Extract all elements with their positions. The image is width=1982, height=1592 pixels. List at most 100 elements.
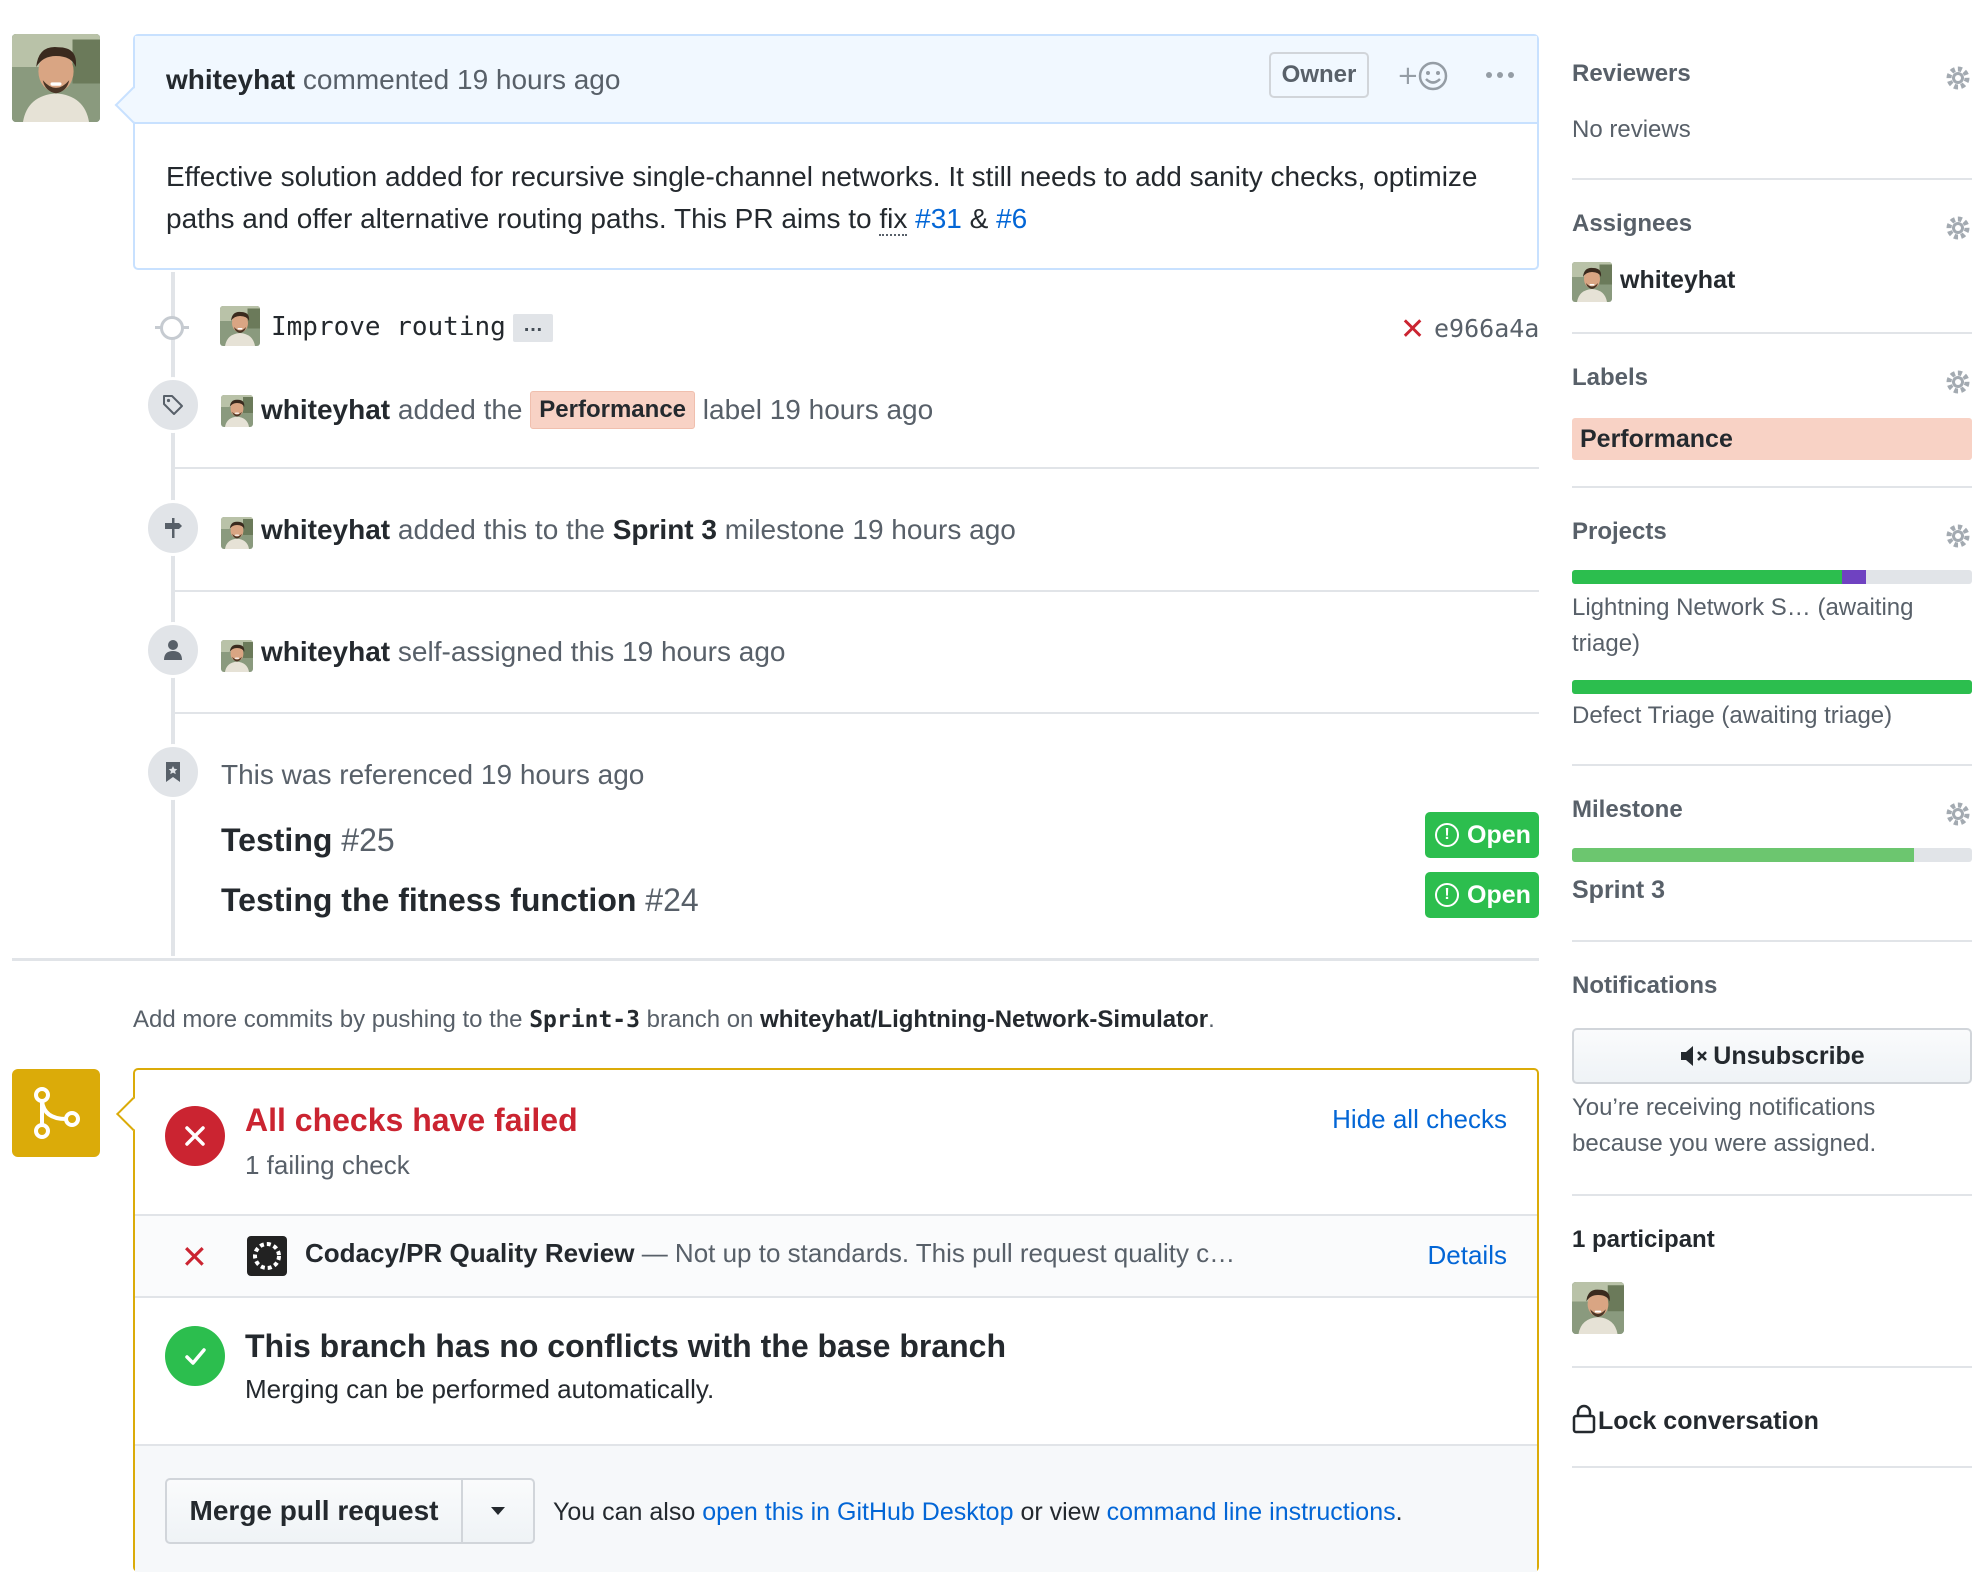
project-name-link[interactable]: Lightning Network S… (awaiting triage)	[1572, 590, 1962, 662]
milestone-heading[interactable]: Milestone	[1572, 796, 1683, 824]
conflict-status-subtitle: Merging can be performed automatically.	[245, 1374, 715, 1404]
merge-button-label[interactable]: Merge pull request	[167, 1480, 463, 1542]
reference-event-text: This was referenced 19 hours ago	[221, 759, 645, 790]
timeline-divider	[173, 590, 1539, 592]
assignees-heading[interactable]: Assignees	[1572, 210, 1692, 238]
project-progress-bar	[1572, 570, 1972, 584]
check-details-link[interactable]: Details	[1428, 1240, 1507, 1271]
gear-icon[interactable]	[1944, 522, 1972, 550]
milestone-progress-done	[1572, 848, 1914, 862]
person-icon	[145, 622, 201, 678]
reviewers-heading[interactable]: Reviewers	[1572, 60, 1691, 88]
tag-icon	[145, 377, 201, 433]
push-hint-pre: Add more commits by pushing to the	[133, 1006, 523, 1033]
assign-actor-avatar[interactable]	[221, 640, 253, 672]
sidebar-separator	[1572, 764, 1972, 766]
assign-actor-link[interactable]: whiteyhat	[261, 636, 390, 667]
sidebar-labels: Labels	[1572, 364, 1972, 404]
sidebar-separator	[1572, 1366, 1972, 1368]
sidebar-milestone: Milestone	[1572, 796, 1972, 836]
merge-note-end: .	[1395, 1498, 1403, 1526]
gear-icon[interactable]	[1944, 64, 1972, 92]
milestone-event-post: milestone 19 hours ago	[724, 514, 1016, 545]
reference-item-title[interactable]: Testing	[221, 822, 332, 858]
project-progress-bar	[1572, 680, 1972, 694]
reference-item[interactable]: Testing #25	[221, 822, 395, 859]
assignee-name[interactable]: whiteyhat	[1620, 266, 1735, 295]
sidebar-separator	[1572, 940, 1972, 942]
hide-all-checks-link[interactable]: Hide all checks	[1332, 1104, 1507, 1135]
sidebar-separator	[1572, 1466, 1972, 1468]
participant-avatar[interactable]	[1572, 1282, 1624, 1334]
commit-expand-button[interactable]: …	[513, 314, 553, 342]
labels-heading[interactable]: Labels	[1572, 364, 1648, 392]
conflict-status: This branch has no conflicts with the ba…	[135, 1298, 1537, 1444]
assign-event-detail: self-assigned this 19 hours ago	[397, 636, 786, 667]
milestone-actor-avatar[interactable]	[221, 517, 253, 549]
project-progress-done	[1572, 680, 1972, 694]
unsubscribe-label[interactable]: Unsubscribe	[1713, 1042, 1864, 1070]
push-hint-end: .	[1208, 1006, 1215, 1033]
sidebar-separator	[1572, 178, 1972, 180]
sidebar-label-performance[interactable]: Performance	[1572, 418, 1972, 460]
fix-keyword: fix	[879, 203, 908, 236]
ampersand: &	[969, 203, 989, 234]
milestone-link[interactable]: Sprint 3	[613, 514, 717, 545]
milestone-actor-link[interactable]: whiteyhat	[261, 514, 390, 545]
projects-heading[interactable]: Projects	[1572, 518, 1667, 546]
open-state-label: Open	[1467, 821, 1531, 849]
assignee-avatar[interactable]	[1572, 262, 1612, 302]
open-state-badge: ! Open	[1425, 872, 1539, 918]
label-actor-link[interactable]: whiteyhat	[261, 394, 390, 425]
commit-sha-link[interactable]: e966a4a	[1434, 314, 1539, 343]
label-event-post: label 19 hours ago	[702, 394, 934, 425]
open-desktop-link[interactable]: open this in GitHub Desktop	[702, 1498, 1013, 1526]
mute-icon	[1681, 1046, 1708, 1066]
gear-icon[interactable]	[1944, 214, 1972, 242]
commit-author-avatar[interactable]	[220, 306, 260, 346]
unsubscribe-button[interactable]: Unsubscribe	[1572, 1028, 1972, 1084]
merge-alternatives-note: You can also open this in GitHub Desktop…	[553, 1498, 1403, 1527]
sidebar-projects: Projects	[1572, 518, 1972, 558]
comment-author-avatar[interactable]	[12, 34, 100, 122]
gear-icon[interactable]	[1944, 368, 1972, 396]
add-reaction-button[interactable]: +	[1397, 56, 1457, 96]
milestone-event-text: whiteyhat added this to the Sprint 3 mil…	[261, 514, 1016, 546]
check-detail: — Not up to standards. This pull request…	[641, 1238, 1236, 1268]
reference-item-title[interactable]: Testing the fitness function	[221, 882, 636, 918]
milestone-event-pre: added this to the	[397, 514, 605, 545]
merge-note-pre: You can also	[553, 1498, 696, 1526]
gear-icon[interactable]	[1944, 800, 1972, 828]
participants-heading: 1 participant	[1572, 1226, 1715, 1253]
reference-item[interactable]: Testing the fitness function #24	[221, 882, 699, 919]
project-progress-in-progress	[1842, 570, 1866, 584]
commit-message-link[interactable]: Improve routing	[271, 312, 506, 342]
lock-conversation-label[interactable]: Lock conversation	[1598, 1407, 1819, 1435]
merge-pull-request-button[interactable]: Merge pull request	[165, 1478, 535, 1544]
comment-author-link[interactable]: whiteyhat	[166, 64, 295, 95]
comment-options-button[interactable]	[1475, 54, 1525, 94]
performance-label[interactable]: Performance	[530, 391, 696, 429]
lock-conversation-link[interactable]: Lock conversation	[1572, 1404, 1819, 1436]
triangle-down-icon	[491, 1507, 505, 1515]
check-name: Codacy/PR Quality Review	[305, 1238, 635, 1268]
label-actor-avatar[interactable]	[221, 395, 253, 427]
merge-box: All checks have failed 1 failing check H…	[116, 1068, 1539, 1572]
label-event-text: whiteyhat added the Performance label 19…	[261, 391, 933, 429]
issue-link-6[interactable]: #6	[996, 203, 1027, 234]
assign-event-text: whiteyhat self-assigned this 19 hours ag…	[261, 636, 786, 668]
milestone-name-link[interactable]: Sprint 3	[1572, 876, 1665, 905]
issue-link-31[interactable]: #31	[915, 203, 962, 234]
project-name-link[interactable]: Defect Triage (awaiting triage)	[1572, 698, 1962, 734]
merge-note-mid: or view	[1020, 1498, 1100, 1526]
check-circle-icon	[165, 1326, 225, 1386]
label-event-pre: added the	[397, 394, 523, 425]
git-merge-icon	[12, 1069, 100, 1157]
milestone-progress-bar	[1572, 848, 1972, 862]
owner-badge: Owner	[1269, 52, 1369, 98]
command-line-link[interactable]: command line instructions	[1107, 1498, 1396, 1526]
checks-status-title: All checks have failed	[245, 1102, 578, 1138]
merge-method-dropdown[interactable]	[463, 1480, 533, 1542]
x-icon[interactable]: ✕	[1400, 312, 1425, 347]
comment-body-text: Effective solution added for recursive s…	[166, 161, 1478, 234]
